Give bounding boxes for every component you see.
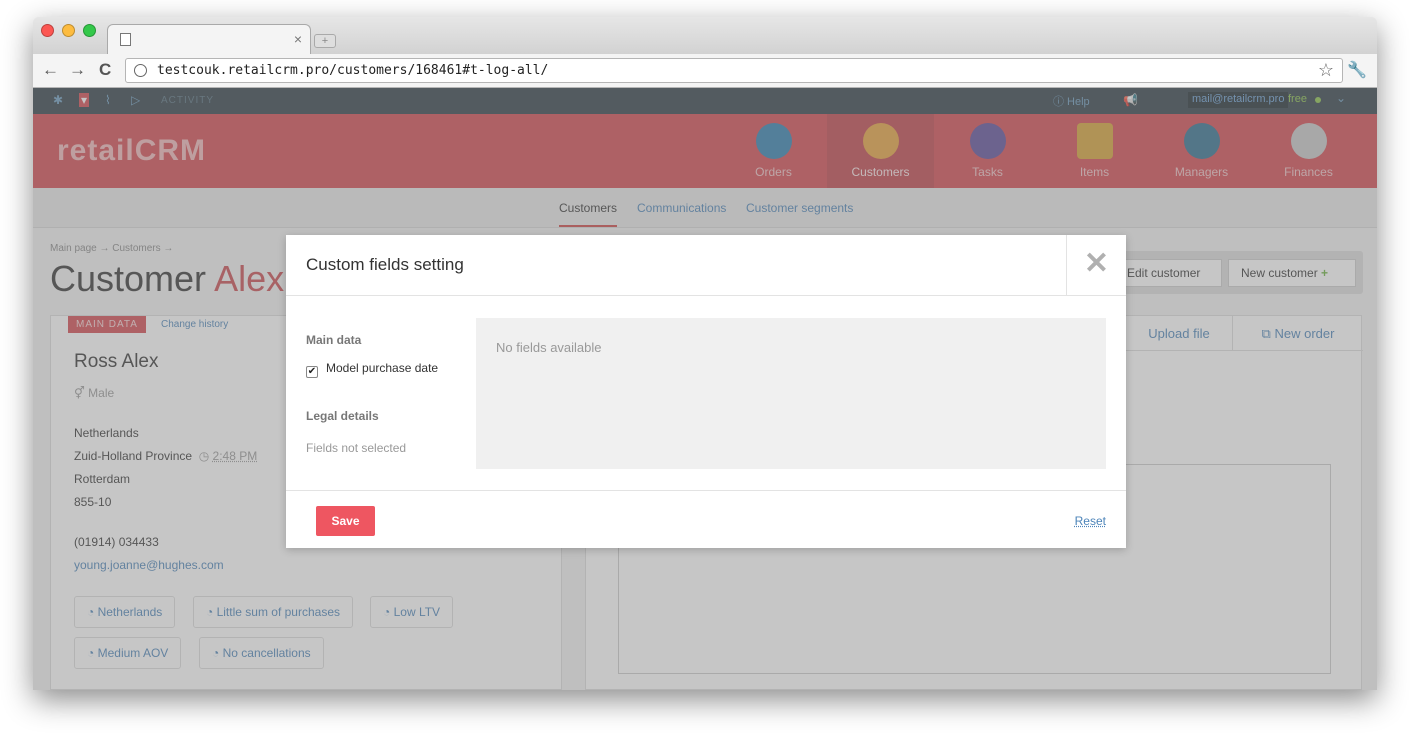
forward-button[interactable]: → xyxy=(69,60,86,80)
model-purchase-date-checkbox[interactable]: ✔ Model purchase date xyxy=(306,361,438,378)
custom-fields-modal: Custom fields setting ✕ Main data ✔ Model… xyxy=(286,235,1126,548)
browser-toolbar: ← → C testcouk.retailcrm.pro/customers/1… xyxy=(33,54,1377,88)
page-icon xyxy=(120,33,131,46)
url-text[interactable]: testcouk.retailcrm.pro/customers/168461#… xyxy=(157,63,548,78)
modal-footer: Save Reset xyxy=(286,490,1126,548)
tab-close-icon[interactable]: × xyxy=(294,31,302,47)
modal-title: Custom fields setting xyxy=(306,255,464,274)
fields-not-selected-text: Fields not selected xyxy=(306,441,407,455)
main-data-label: Main data xyxy=(306,333,362,347)
zoom-window-button[interactable] xyxy=(83,24,96,37)
close-window-button[interactable] xyxy=(41,24,54,37)
fields-drop-area[interactable]: No fields available xyxy=(476,318,1106,469)
modal-header: Custom fields setting ✕ xyxy=(286,235,1126,296)
reset-link[interactable]: Reset xyxy=(1075,514,1106,528)
checkbox-checked-icon[interactable]: ✔ xyxy=(306,366,318,378)
browser-tab[interactable]: × xyxy=(107,24,311,54)
wrench-icon[interactable]: 🔧 xyxy=(1347,60,1367,80)
checkbox-label: Model purchase date xyxy=(326,361,439,375)
globe-icon xyxy=(134,64,147,77)
no-fields-text: No fields available xyxy=(496,340,602,355)
back-button[interactable]: ← xyxy=(42,60,59,80)
save-button[interactable]: Save xyxy=(316,506,375,536)
reload-button[interactable]: C xyxy=(99,60,111,80)
new-tab-button[interactable]: + xyxy=(314,34,336,48)
browser-tabbar: × + xyxy=(33,17,1377,54)
close-icon[interactable]: ✕ xyxy=(1066,235,1126,296)
page: ✱ ▾ ⌇ ▷ ACTIVITY ⓘ Help 📢 mail@retailcrm… xyxy=(33,88,1377,690)
address-bar[interactable]: testcouk.retailcrm.pro/customers/168461#… xyxy=(125,58,1343,83)
browser-window: × + ← → C testcouk.retailcrm.pro/custome… xyxy=(33,17,1377,690)
legal-details-label: Legal details xyxy=(306,409,379,423)
bookmark-star-icon[interactable]: ☆ xyxy=(1318,60,1334,81)
minimize-window-button[interactable] xyxy=(62,24,75,37)
